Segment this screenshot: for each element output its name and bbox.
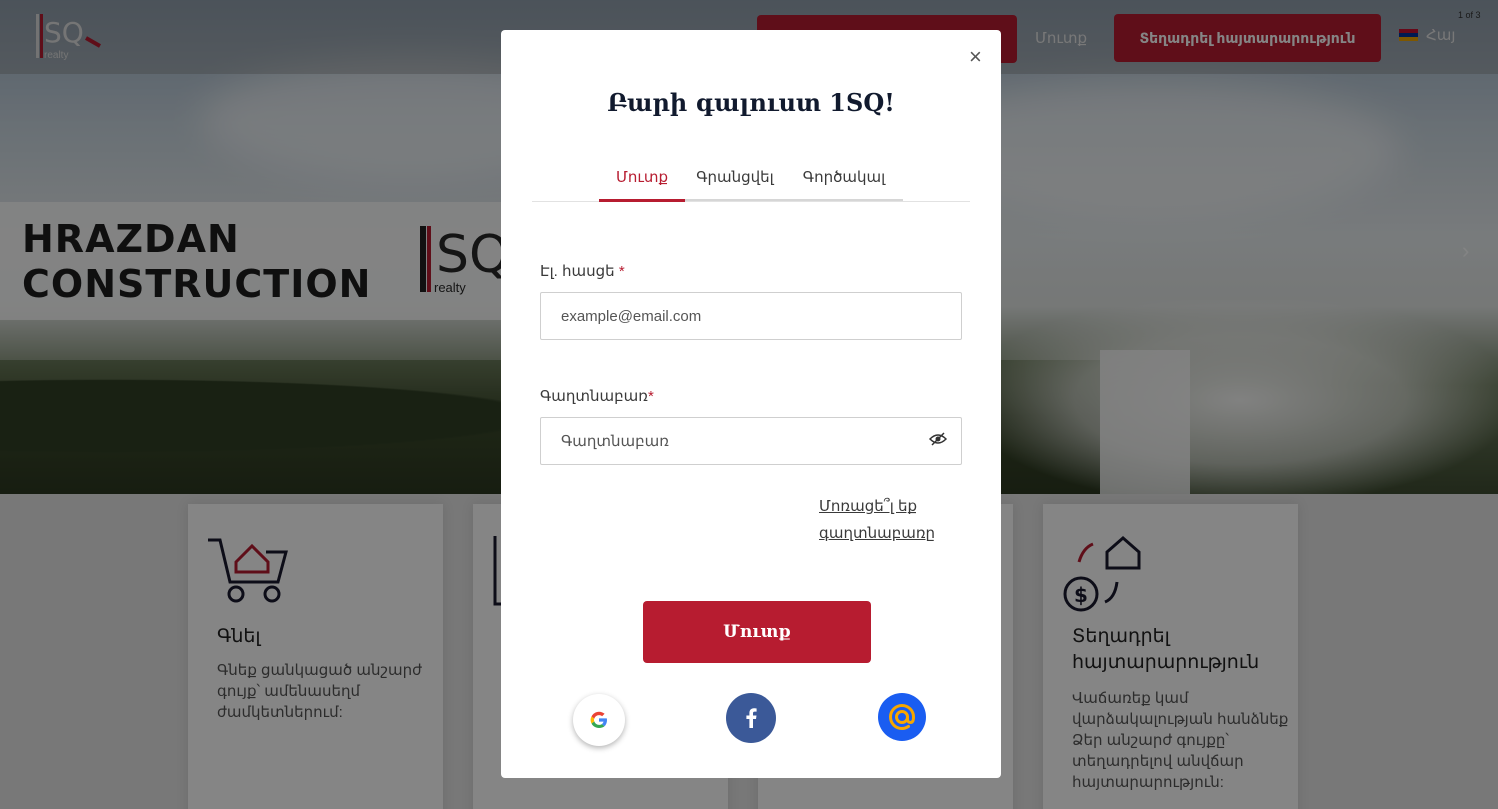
google-login-button[interactable] — [573, 694, 625, 746]
google-icon — [590, 711, 607, 728]
tab-agent[interactable]: Գործակալ — [785, 168, 903, 202]
tab-register[interactable]: Գրանցվել — [685, 168, 785, 202]
password-field[interactable] — [540, 417, 962, 465]
email-field[interactable] — [540, 292, 962, 340]
close-icon[interactable]: × — [969, 44, 982, 70]
login-submit-button[interactable]: Մուտք — [643, 601, 871, 663]
eye-slash-icon[interactable] — [929, 432, 947, 446]
facebook-icon — [746, 708, 757, 728]
auth-tabs: Մուտք Գրանցվել Գործակալ — [532, 168, 970, 202]
at-sign-icon — [888, 703, 916, 731]
tab-login[interactable]: Մուտք — [599, 168, 685, 202]
email-label: Էլ. հասցե * — [540, 263, 625, 280]
password-label: Գաղտնաբառ* — [540, 388, 654, 405]
forgot-password-link[interactable]: Մոռացե՞լ եք գաղտնաբառը — [819, 493, 949, 547]
tab-active-indicator — [599, 199, 685, 202]
modal-title: Բարի գալուստ 1SQ! — [607, 88, 895, 117]
mail-login-button[interactable] — [878, 693, 926, 741]
facebook-login-button[interactable] — [726, 693, 776, 743]
login-modal: × Բարի գալուստ 1SQ! Մուտք Գրանցվել Գործա… — [501, 30, 1001, 778]
